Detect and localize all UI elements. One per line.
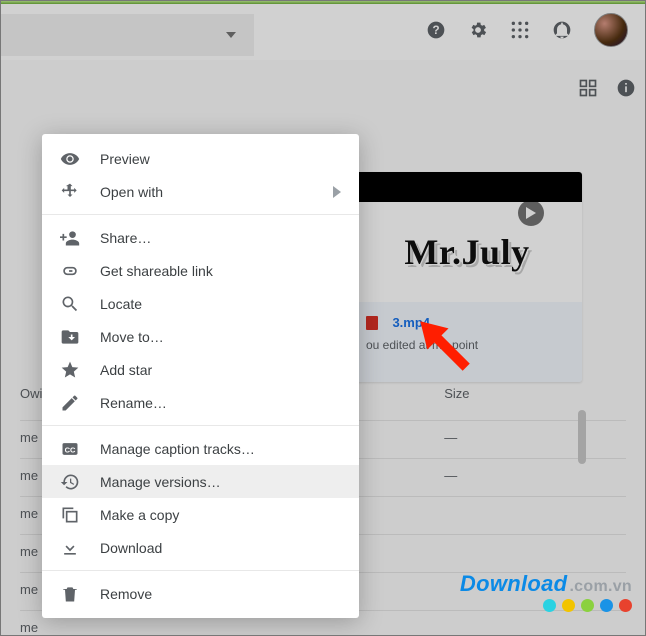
callout-arrow [405, 306, 485, 386]
menu-label: Share… [100, 230, 341, 246]
svg-text:CC: CC [65, 445, 76, 454]
watermark: Download.com.vn [460, 571, 632, 612]
info-icon[interactable] [616, 78, 636, 98]
download-icon [60, 538, 80, 558]
apps-icon[interactable] [510, 20, 530, 40]
captions-icon: CC [60, 439, 80, 459]
menu-item-remove[interactable]: Remove [42, 577, 359, 610]
watermark-text: Download.com.vn [460, 571, 632, 597]
user-avatar[interactable] [594, 13, 628, 47]
svg-text:?: ? [432, 24, 439, 37]
watermark-dots [460, 599, 632, 612]
scrollbar-thumb[interactable] [578, 410, 586, 464]
menu-label: Open with [100, 184, 313, 200]
file-thumbnail: Mr.July [352, 172, 582, 302]
link-icon [60, 261, 80, 281]
copy-icon [60, 505, 80, 525]
menu-label: Manage caption tracks… [100, 441, 341, 457]
menu-item-move-to[interactable]: Move to… [42, 320, 359, 353]
dot-icon [543, 599, 556, 612]
app-screenshot: ? Mr.July [0, 0, 646, 636]
dropdown-arrow-icon[interactable] [226, 32, 236, 38]
menu-separator [42, 425, 359, 426]
menu-label: Preview [100, 151, 341, 167]
menu-label: Manage versions… [100, 474, 341, 490]
app-header: ? [0, 0, 646, 60]
menu-item-preview[interactable]: Preview [42, 142, 359, 175]
menu-label: Get shareable link [100, 263, 341, 279]
search-box[interactable] [0, 14, 254, 56]
grid-view-icon[interactable] [578, 78, 598, 98]
trash-icon [60, 584, 80, 604]
context-menu: Preview Open with Share… Get shareable l… [42, 134, 359, 618]
menu-item-make-copy[interactable]: Make a copy [42, 498, 359, 531]
menu-item-manage-versions[interactable]: Manage versions… [42, 465, 359, 498]
edit-icon [60, 393, 80, 413]
history-icon [60, 472, 80, 492]
menu-item-open-with[interactable]: Open with [42, 175, 359, 208]
star-icon [60, 360, 80, 380]
dot-icon [600, 599, 613, 612]
play-icon[interactable] [518, 200, 544, 226]
header-icons: ? [426, 0, 638, 60]
settings-icon[interactable] [468, 20, 488, 40]
menu-label: Make a copy [100, 507, 341, 523]
notifications-icon[interactable] [552, 20, 572, 40]
col-size: Size [444, 386, 626, 401]
menu-label: Move to… [100, 329, 341, 345]
move-icon [60, 182, 80, 202]
dot-icon [581, 599, 594, 612]
dot-icon [562, 599, 575, 612]
menu-item-add-star[interactable]: Add star [42, 353, 359, 386]
menu-item-locate[interactable]: Locate [42, 287, 359, 320]
menu-item-download[interactable]: Download [42, 531, 359, 564]
eye-icon [60, 149, 80, 169]
view-controls [578, 78, 636, 98]
chevron-right-icon [333, 186, 341, 198]
menu-label: Remove [100, 586, 341, 602]
thumb-text: Mr.July [404, 231, 529, 273]
top-accent-bar [0, 0, 646, 4]
search-icon [60, 294, 80, 314]
menu-label: Rename… [100, 395, 341, 411]
person-add-icon [60, 228, 80, 248]
menu-separator [42, 570, 359, 571]
help-icon[interactable]: ? [426, 20, 446, 40]
menu-item-share[interactable]: Share… [42, 221, 359, 254]
menu-item-caption-tracks[interactable]: CC Manage caption tracks… [42, 432, 359, 465]
menu-separator [42, 214, 359, 215]
menu-label: Locate [100, 296, 341, 312]
menu-item-get-link[interactable]: Get shareable link [42, 254, 359, 287]
video-file-icon [366, 316, 378, 330]
folder-move-icon [60, 327, 80, 347]
dot-icon [619, 599, 632, 612]
menu-label: Download [100, 540, 341, 556]
menu-item-rename[interactable]: Rename… [42, 386, 359, 419]
menu-label: Add star [100, 362, 341, 378]
